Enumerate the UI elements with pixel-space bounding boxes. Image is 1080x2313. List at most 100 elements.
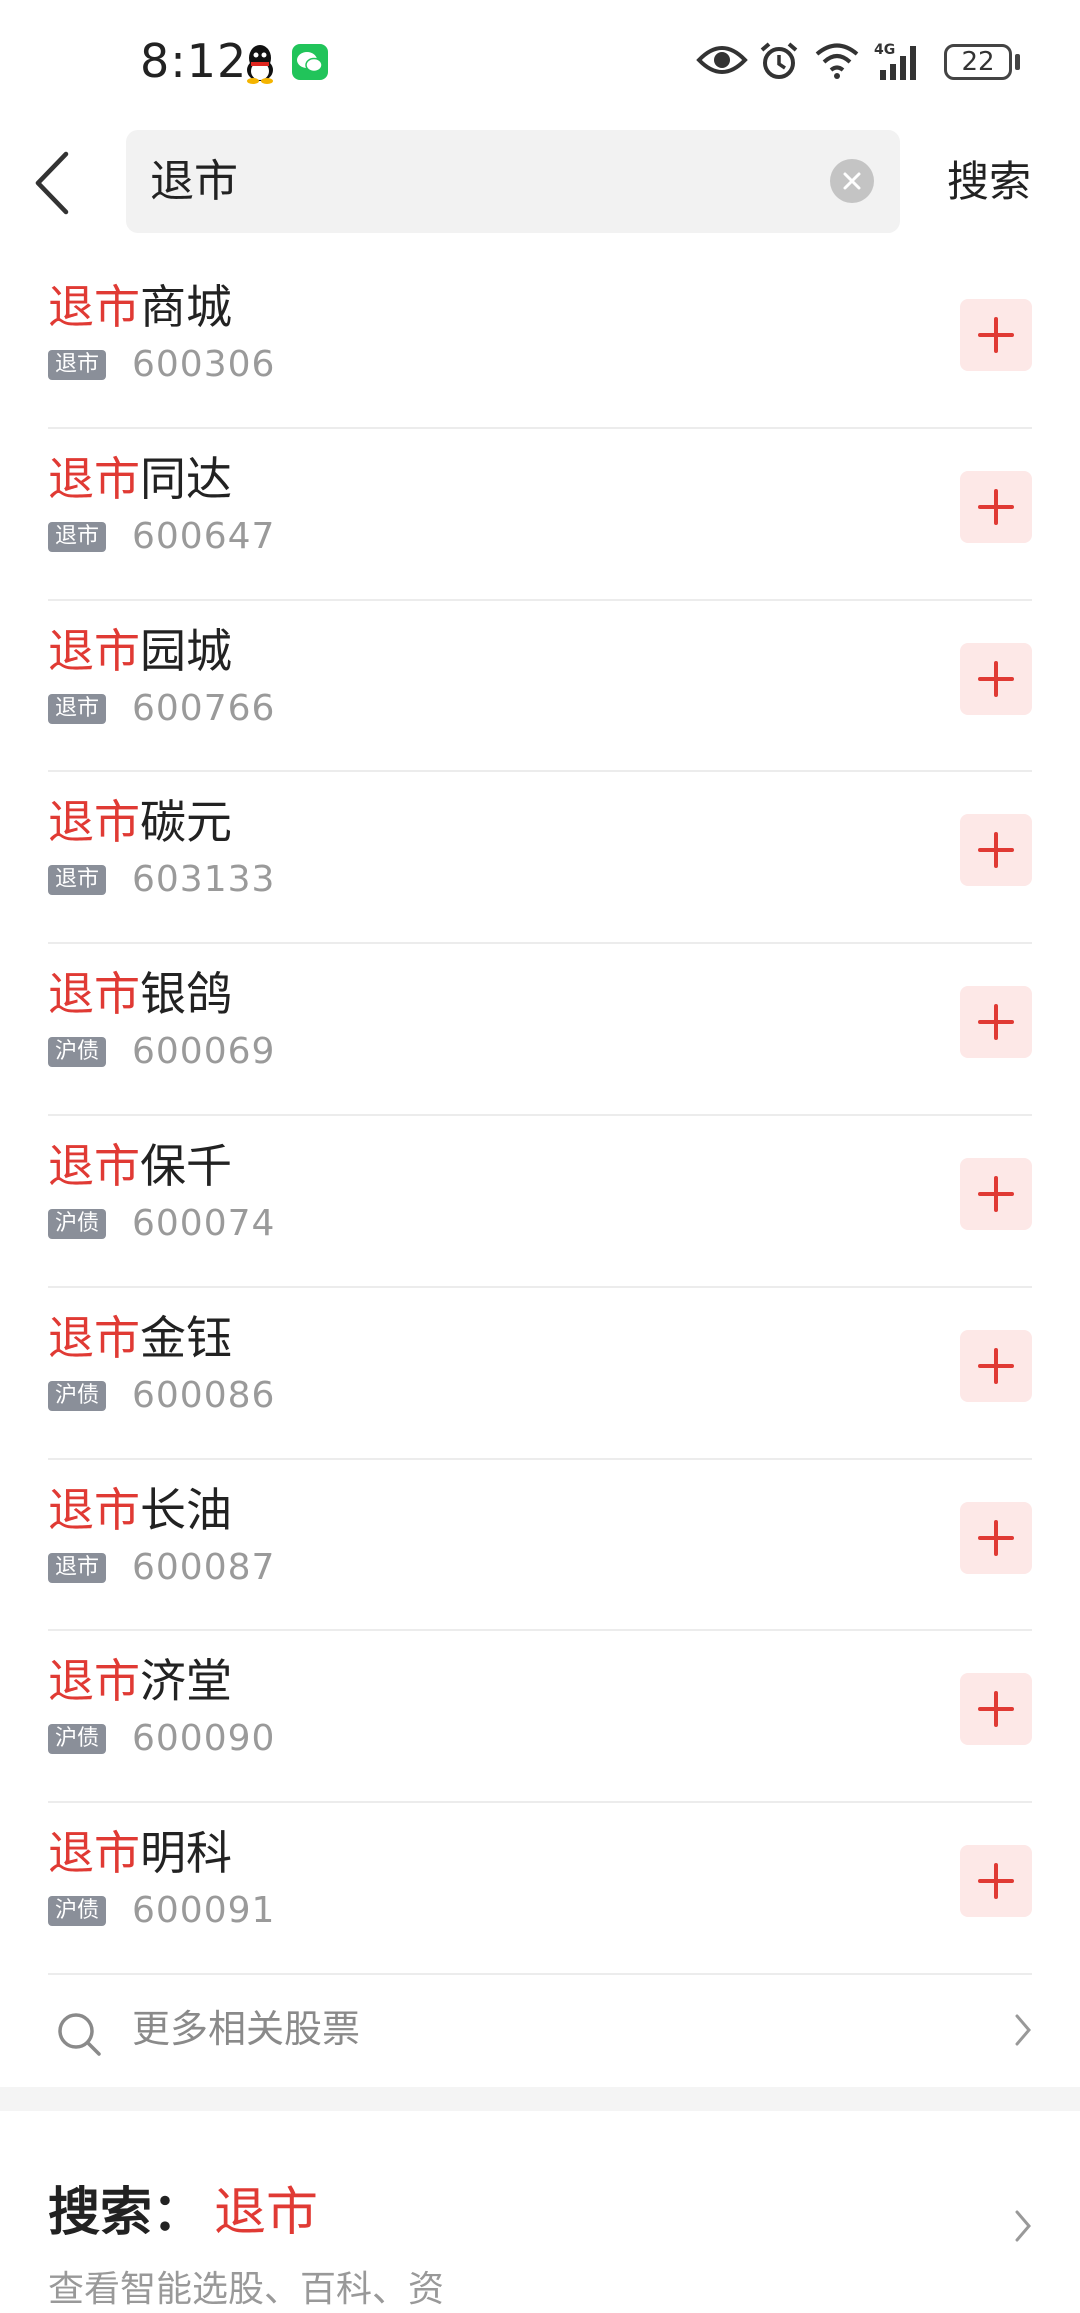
stock-tag-badge: 退市 xyxy=(48,1552,107,1583)
stock-name: 退市同达 xyxy=(48,449,232,509)
clear-search-button[interactable] xyxy=(830,159,874,203)
stock-name: 退市明科 xyxy=(48,1823,232,1883)
stock-name-highlight: 退市 xyxy=(48,967,140,1022)
stock-code: 600091 xyxy=(132,1890,276,1932)
chevron-right-icon xyxy=(1015,2210,1031,2242)
plus-icon xyxy=(978,1175,1014,1212)
add-to-watchlist-button[interactable] xyxy=(960,1157,1032,1230)
search-keyword-card[interactable]: 搜索： 退市 查看智能选股、百科、资 xyxy=(0,2111,1080,2310)
network-type-label: 4G xyxy=(874,42,895,58)
more-stocks-link[interactable]: 更多相关股票 xyxy=(0,1977,1080,2081)
plus-icon xyxy=(978,1347,1014,1384)
stock-tag-badge: 退市 xyxy=(48,693,107,724)
stock-name-rest: 济堂 xyxy=(140,1654,232,1709)
battery-tip xyxy=(1015,54,1020,70)
stock-tag-badge: 沪债 xyxy=(48,1208,107,1239)
stock-result-list: 退市商城 退市 600306 退市同达 退市 600647 退市园城 退市 600766 退市碳元… xyxy=(0,257,1080,1975)
stock-code: 600766 xyxy=(132,687,276,729)
stock-name-rest: 长油 xyxy=(140,1482,232,1537)
alarm-icon xyxy=(760,42,798,79)
signal-icon: 4G xyxy=(874,42,916,80)
stock-name-highlight: 退市 xyxy=(48,1310,140,1365)
stock-tag-badge: 沪债 xyxy=(48,1380,107,1411)
eye-icon xyxy=(696,46,748,74)
back-arrow-icon[interactable] xyxy=(30,150,80,216)
list-item[interactable]: 退市银鸽沪债 600069 xyxy=(0,944,1080,1116)
list-item[interactable]: 退市长油 退市 600087 xyxy=(0,1460,1080,1632)
more-stocks-label: 更多相关股票 xyxy=(132,2007,361,2051)
list-item[interactable]: 退市保千沪债 600074 xyxy=(0,1116,1080,1288)
stock-name-rest: 金钰 xyxy=(140,1310,232,1365)
search-card-prefix: 搜索： xyxy=(48,2183,205,2243)
stock-name-rest: 同达 xyxy=(140,451,232,506)
stock-tag-badge: 退市 xyxy=(48,865,107,896)
section-divider xyxy=(0,2087,1080,2111)
stock-code: 600086 xyxy=(132,1374,276,1416)
search-card-keyword: 退市 xyxy=(214,2183,319,2243)
plus-icon xyxy=(978,1863,1014,1900)
stock-code: 600087 xyxy=(132,1546,276,1588)
add-to-watchlist-button[interactable] xyxy=(960,986,1032,1059)
stock-name: 退市银鸽 xyxy=(48,964,232,1024)
list-item[interactable]: 退市明科 沪债 600091 xyxy=(0,1803,1080,1975)
add-to-watchlist-button[interactable] xyxy=(960,299,1032,371)
stock-code: 600069 xyxy=(132,1031,276,1073)
plus-icon xyxy=(978,488,1014,525)
list-item[interactable]: 退市园城 退市 600766 xyxy=(0,601,1080,773)
stock-name: 退市碳元 xyxy=(48,792,232,852)
stock-tag-badge: 沪债 xyxy=(48,1037,107,1068)
stock-code: 603133 xyxy=(132,859,276,901)
stock-name-highlight: 退市 xyxy=(48,623,140,678)
stock-code: 600647 xyxy=(132,515,276,557)
wechat-icon xyxy=(292,44,328,80)
stock-name-highlight: 退市 xyxy=(48,451,140,506)
plus-icon xyxy=(978,1004,1014,1041)
plus-icon xyxy=(978,317,1014,353)
stock-name-rest: 银鸽 xyxy=(140,967,232,1022)
stock-name-highlight: 退市 xyxy=(48,280,140,334)
list-item[interactable]: 退市金钰沪债 600086 xyxy=(0,1288,1080,1460)
battery-indicator: 22 xyxy=(944,44,1012,80)
search-bar[interactable] xyxy=(126,130,900,233)
status-time: 8:12 xyxy=(140,34,248,88)
stock-name: 退市长油 xyxy=(48,1480,232,1540)
add-to-watchlist-button[interactable] xyxy=(960,1845,1032,1918)
stock-name-highlight: 退市 xyxy=(48,1654,140,1709)
list-item[interactable]: 退市同达 退市 600647 xyxy=(0,429,1080,601)
stock-name-highlight: 退市 xyxy=(48,1138,140,1193)
add-to-watchlist-button[interactable] xyxy=(960,1329,1032,1402)
stock-tag-badge: 沪债 xyxy=(48,1724,107,1755)
search-icon xyxy=(58,2013,101,2056)
stock-code: 600074 xyxy=(132,1202,276,1244)
stock-name-highlight: 退市 xyxy=(48,795,140,850)
add-to-watchlist-button[interactable] xyxy=(960,470,1032,543)
stock-name-rest: 保千 xyxy=(140,1138,232,1193)
stock-name: 退市商城 xyxy=(48,277,232,337)
stock-code: 600090 xyxy=(132,1718,276,1760)
chevron-right-icon xyxy=(1015,2014,1031,2046)
add-to-watchlist-button[interactable] xyxy=(960,642,1032,715)
list-item[interactable]: 退市商城 退市 600306 xyxy=(0,257,1080,429)
list-item[interactable]: 退市碳元 退市 603133 xyxy=(0,772,1080,945)
plus-icon xyxy=(978,1691,1014,1728)
list-item[interactable]: 退市济堂沪债 600090 xyxy=(0,1631,1080,1804)
plus-icon xyxy=(978,660,1014,697)
search-submit-button[interactable]: 搜索 xyxy=(947,130,1031,233)
add-to-watchlist-button[interactable] xyxy=(960,1673,1032,1746)
add-to-watchlist-button[interactable] xyxy=(960,1501,1032,1574)
search-card-title: 搜索： 退市 xyxy=(48,2181,318,2245)
stock-name-rest: 明科 xyxy=(140,1826,232,1881)
plus-icon xyxy=(978,1519,1014,1556)
stock-name: 退市保千 xyxy=(48,1136,232,1196)
status-bar: 8:12 4G 22 xyxy=(0,0,1080,120)
search-input[interactable] xyxy=(150,130,770,233)
stock-name: 退市园城 xyxy=(48,621,232,681)
stock-name: 退市济堂 xyxy=(48,1651,232,1711)
stock-name-highlight: 退市 xyxy=(48,1482,140,1537)
add-to-watchlist-button[interactable] xyxy=(960,814,1032,887)
stock-name-rest: 商城 xyxy=(140,280,232,334)
wifi-icon xyxy=(815,43,859,79)
stock-code: 600306 xyxy=(132,344,276,385)
close-icon xyxy=(843,172,861,190)
qq-icon xyxy=(247,45,273,84)
